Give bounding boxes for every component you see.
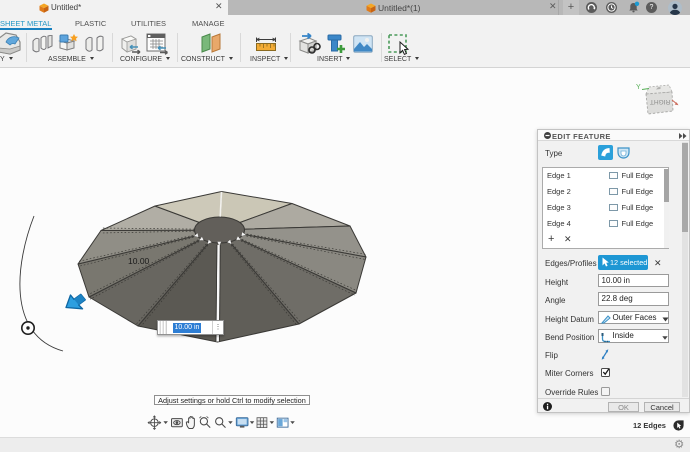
svg-text:Y: Y: [636, 84, 641, 91]
svg-text:RIGHT: RIGHT: [650, 98, 670, 105]
